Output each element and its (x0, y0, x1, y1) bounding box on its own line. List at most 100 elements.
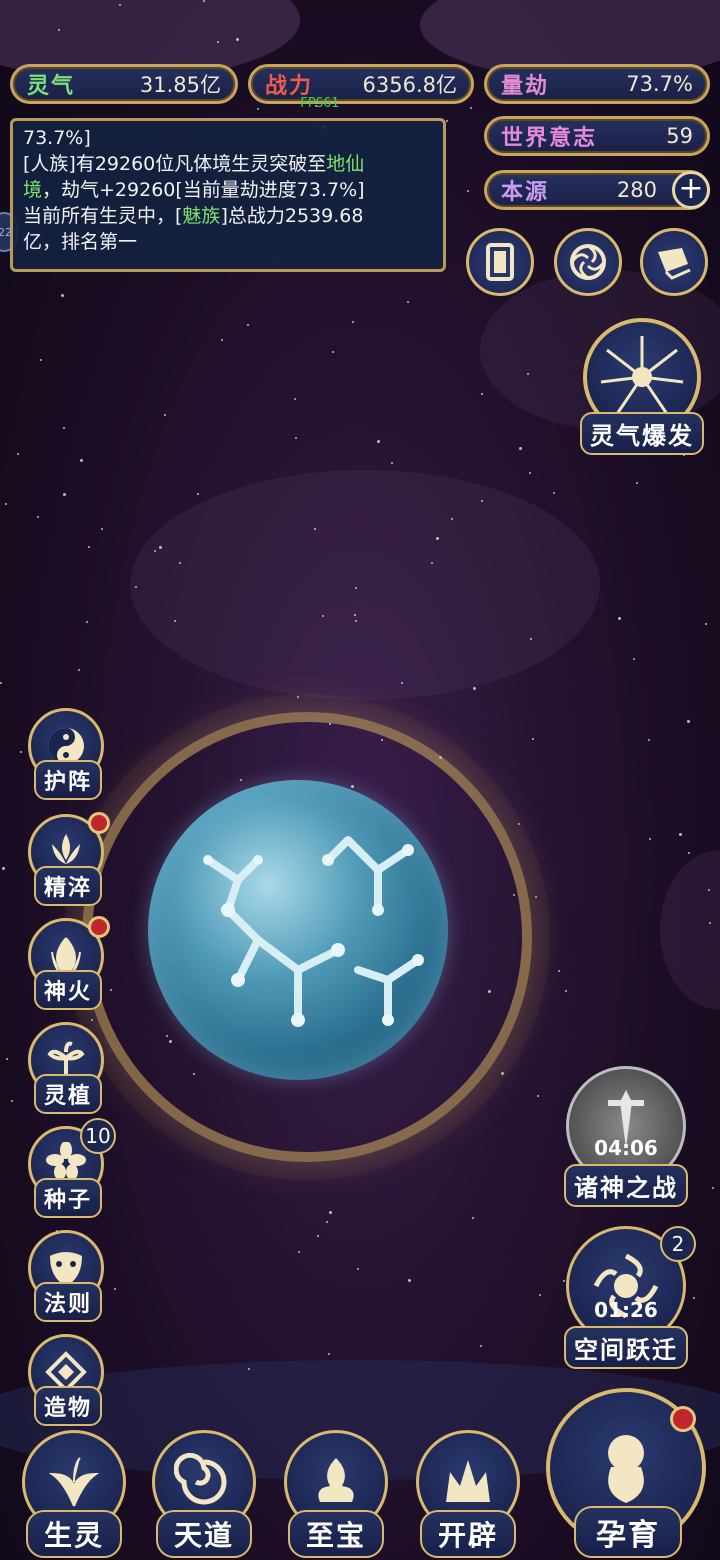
star (86, 621, 88, 623)
star (679, 833, 682, 836)
left-menu-label: 种子 (33, 1178, 103, 1218)
star (101, 528, 103, 530)
vortex-button[interactable] (554, 228, 622, 296)
zhanli-value: 6356.8亿 (362, 73, 457, 97)
space-jump-timer: 01:26 (594, 1298, 658, 1322)
star (236, 38, 239, 41)
star (295, 437, 297, 439)
bottom-nav-item[interactable]: 生灵 (18, 1430, 130, 1558)
star (322, 615, 324, 617)
star (649, 838, 651, 840)
left-menu-item[interactable]: 护阵 (28, 708, 108, 804)
star (5, 503, 7, 505)
liangjie-stat[interactable]: 量劫 73.7% (484, 64, 710, 104)
alert-badge (88, 916, 110, 938)
star (529, 472, 531, 474)
star (221, 339, 223, 341)
bottom-nav-label: 天道 (155, 1510, 253, 1558)
add-benyuan-button[interactable]: + (672, 171, 710, 209)
left-menu-item[interactable]: 精淬 (28, 812, 110, 910)
star (687, 720, 690, 723)
space-jump-button[interactable]: 01:26 空间跃迁 2 (562, 1226, 696, 1369)
shijie-stat[interactable]: 世界意志 59 (484, 116, 710, 156)
star (481, 393, 483, 395)
left-menu-item[interactable]: 灵植 (28, 1022, 108, 1118)
liangjie-label: 量劫 (501, 74, 550, 99)
star (553, 492, 555, 494)
star (401, 682, 403, 684)
star (203, 0, 205, 2)
star (11, 1100, 13, 1102)
left-menu-label: 护阵 (33, 760, 103, 800)
star (0, 682, 2, 684)
bottom-nav-item[interactable]: 天道 (148, 1430, 260, 1558)
star (354, 614, 356, 616)
gods-war-button[interactable]: 04:06 诸神之战 (562, 1066, 690, 1207)
planet-world[interactable] (148, 780, 448, 1080)
star (355, 620, 357, 622)
star (88, 546, 90, 548)
left-menu-item[interactable]: 法则 (28, 1230, 108, 1326)
crystal-pattern-icon (203, 836, 424, 1027)
log-line: 亿，排名第一 (23, 231, 138, 253)
space-jump-label: 空间跃迁 (564, 1326, 688, 1369)
bottom-nav-item[interactable]: 开辟 (412, 1430, 524, 1558)
scroll-button[interactable] (640, 228, 708, 296)
star (481, 500, 483, 502)
lingqi-stat[interactable]: 灵气 31.85亿 (10, 64, 238, 104)
star (6, 1058, 8, 1060)
incubate-button[interactable]: 孕育 (546, 1388, 710, 1558)
zhanli-stat[interactable]: 战力 6356.8亿 (248, 64, 474, 104)
star (40, 359, 42, 361)
star (63, 427, 65, 429)
star (197, 493, 199, 495)
card-icon (486, 243, 514, 281)
star (61, 294, 64, 297)
treasure-icon (318, 1458, 354, 1502)
star (618, 617, 621, 620)
star (648, 739, 650, 741)
bottom-nav-item[interactable]: 至宝 (280, 1430, 392, 1558)
star (114, 1288, 116, 1290)
star (519, 447, 522, 450)
star (332, 351, 334, 353)
star (431, 562, 433, 564)
left-menu-label: 神火 (33, 970, 103, 1010)
left-menu-label: 法则 (33, 1282, 103, 1322)
star (535, 896, 537, 898)
star (565, 990, 567, 992)
card-button[interactable] (466, 228, 534, 296)
star (537, 1095, 539, 1097)
star (297, 696, 299, 698)
benyuan-label: 本源 (501, 180, 550, 205)
star (480, 1345, 482, 1347)
star (91, 1019, 93, 1021)
left-menu-item[interactable]: 种子 10 (28, 1118, 116, 1222)
star (558, 970, 560, 972)
star (20, 751, 22, 753)
star (328, 1353, 330, 1355)
left-menu-item[interactable]: 造物 (28, 1334, 108, 1430)
star (501, 1072, 504, 1075)
star (436, 537, 439, 540)
lingqi-label: 灵气 (27, 74, 76, 99)
star (154, 550, 156, 552)
log-line: 境，劫气+29260[当前量劫进度73.7%] (23, 179, 365, 201)
star (530, 638, 532, 640)
star (257, 108, 259, 110)
left-menu-item[interactable]: 神火 (28, 916, 110, 1014)
star (518, 823, 520, 825)
lingqi-burst-button[interactable]: 灵气爆发 (578, 318, 706, 458)
star (58, 29, 60, 31)
star (80, 459, 83, 462)
bottom-nav-label: 开辟 (419, 1510, 517, 1558)
log-line: 当前所有生灵中，[魅族]总战力2539.68 (23, 205, 364, 227)
star (135, 586, 137, 588)
star (314, 528, 316, 530)
log-line: [人族]有29260位凡体境生灵突破至地仙 (23, 153, 365, 175)
star (473, 687, 476, 690)
star (357, 1268, 359, 1270)
incubate-label: 孕育 (574, 1506, 682, 1558)
left-menu-label: 精淬 (33, 866, 103, 906)
star (248, 1368, 250, 1370)
